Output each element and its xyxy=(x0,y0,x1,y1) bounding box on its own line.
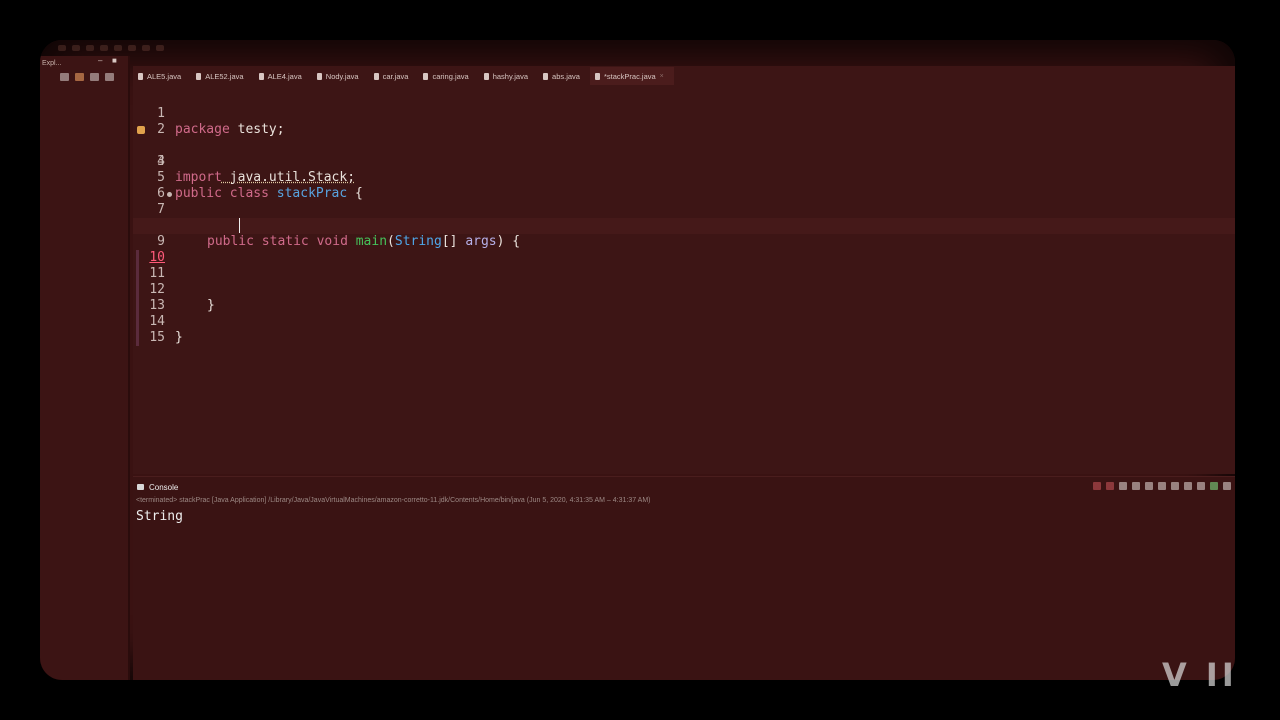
console-tab[interactable]: Console xyxy=(133,481,178,493)
java-file-icon xyxy=(543,72,549,80)
code-line: 8 xyxy=(133,202,1235,233)
toolbar-icon[interactable] xyxy=(72,45,80,51)
console-output: String xyxy=(136,509,183,524)
watermark-logo: V II xyxy=(1162,656,1238,694)
tab-label: car.java xyxy=(382,71,409,81)
remove-launch-icon[interactable] xyxy=(1106,482,1114,490)
java-file-icon xyxy=(423,72,429,80)
warning-icon[interactable] xyxy=(137,126,145,134)
display-selected-console-icon[interactable] xyxy=(1223,482,1231,490)
word-wrap-icon[interactable] xyxy=(1158,482,1166,490)
tab-label: abs.java xyxy=(552,71,580,81)
tab-label: Nody.java xyxy=(325,71,359,81)
toolbar-icon[interactable] xyxy=(128,45,136,51)
code-line: 1 package testy; xyxy=(133,90,1235,137)
pin-console-icon[interactable] xyxy=(1197,482,1205,490)
java-file-icon xyxy=(258,72,264,80)
tab-label: ALE4.java xyxy=(267,71,302,81)
tab-stackprac[interactable]: *stackPrac.java × xyxy=(589,67,674,85)
console-toolbar xyxy=(1093,482,1231,490)
scroll-lock-icon[interactable] xyxy=(1145,482,1153,490)
main-toolbar xyxy=(40,40,1235,56)
tab-abs[interactable]: abs.java xyxy=(538,67,590,85)
remove-all-terminated-icon[interactable] xyxy=(1119,482,1127,490)
code-line: 7 public static void main(String[] args)… xyxy=(133,186,1235,249)
line-number: 15 xyxy=(149,330,165,345)
maximize-icon[interactable]: ■ xyxy=(112,56,117,65)
code-editor[interactable]: ALE5.java ALE52.java ALE4.java Nody.java… xyxy=(133,66,1235,474)
code-line: 6 xyxy=(133,170,1235,201)
tab-caring[interactable]: caring.java xyxy=(418,67,478,85)
tab-hashy[interactable]: hashy.java xyxy=(479,67,538,85)
tab-label: *stackPrac.java xyxy=(603,71,656,81)
show-when-output-icon[interactable] xyxy=(1171,482,1179,490)
tab-label: caring.java xyxy=(432,71,469,81)
show-when-error-icon[interactable] xyxy=(1184,482,1192,490)
code-line: 14 } xyxy=(133,298,1235,345)
toolbar-icon[interactable] xyxy=(142,45,150,51)
package-explorer: Expl... – ■ xyxy=(40,56,130,680)
tab-ale52[interactable]: ALE52.java xyxy=(191,67,253,85)
java-file-icon xyxy=(594,72,600,80)
console-view: Console <terminated> stackPrac [Java App… xyxy=(133,476,1235,680)
code-line: 11 xyxy=(133,250,1235,281)
code-line: 15 xyxy=(133,314,1235,345)
tab-car[interactable]: car.java xyxy=(369,67,419,85)
link-with-editor-icon[interactable] xyxy=(75,73,84,81)
code-area[interactable]: 1 package testy; 2 3 import java.util.St… xyxy=(133,90,1235,474)
console-process-info: <terminated> stackPrac [Java Application… xyxy=(136,497,651,504)
open-console-icon[interactable] xyxy=(1210,482,1218,490)
code-line: 10 xyxy=(133,234,1235,265)
minimize-icon[interactable]: – xyxy=(98,56,102,65)
code-line: 2 xyxy=(133,106,1235,137)
toolbar-icon[interactable] xyxy=(86,45,94,51)
java-file-icon xyxy=(316,72,322,80)
close-tab-icon[interactable]: × xyxy=(660,73,664,80)
code-line: 13 xyxy=(133,282,1235,313)
ide-window: Expl... – ■ ALE5.java ALE52.java ALE4.ja… xyxy=(40,40,1235,680)
java-file-icon xyxy=(138,72,143,80)
console-icon xyxy=(137,484,144,490)
console-title: Console xyxy=(149,482,179,492)
current-code-line: 9 xyxy=(133,218,1235,249)
code-line: 5 public class stackPrac { xyxy=(133,154,1235,201)
tab-label: hashy.java xyxy=(492,71,529,81)
package-explorer-title[interactable]: Expl... xyxy=(42,60,61,67)
clear-console-icon[interactable] xyxy=(1132,482,1140,490)
fold-marker-icon[interactable] xyxy=(167,192,172,197)
toolbar-icon[interactable] xyxy=(156,45,164,51)
java-file-icon xyxy=(483,72,489,80)
text-cursor xyxy=(239,218,240,233)
code-line: 12 } xyxy=(133,266,1235,313)
code-line: 3 import java.util.Stack; xyxy=(133,122,1235,185)
terminate-icon[interactable] xyxy=(1093,482,1101,490)
tab-label: ALE5.java xyxy=(147,71,182,81)
more-options-icon[interactable] xyxy=(105,73,114,81)
java-file-icon xyxy=(196,72,202,80)
tab-ale4[interactable]: ALE4.java xyxy=(254,67,312,85)
toolbar-icon[interactable] xyxy=(114,45,122,51)
toolbar-icon[interactable] xyxy=(100,45,108,51)
editor-tabs: ALE5.java ALE52.java ALE4.java Nody.java… xyxy=(133,66,1235,86)
code-line: 4 xyxy=(133,138,1235,169)
collapse-all-icon[interactable] xyxy=(60,73,69,81)
tab-ale5[interactable]: ALE5.java xyxy=(133,67,191,85)
package-explorer-toolbar xyxy=(60,73,114,81)
java-file-icon xyxy=(373,72,379,80)
toolbar-icon[interactable] xyxy=(58,45,66,51)
tab-label: ALE52.java xyxy=(205,71,244,81)
tab-nody[interactable]: Nody.java xyxy=(312,67,369,85)
view-menu-icon[interactable] xyxy=(90,73,99,81)
